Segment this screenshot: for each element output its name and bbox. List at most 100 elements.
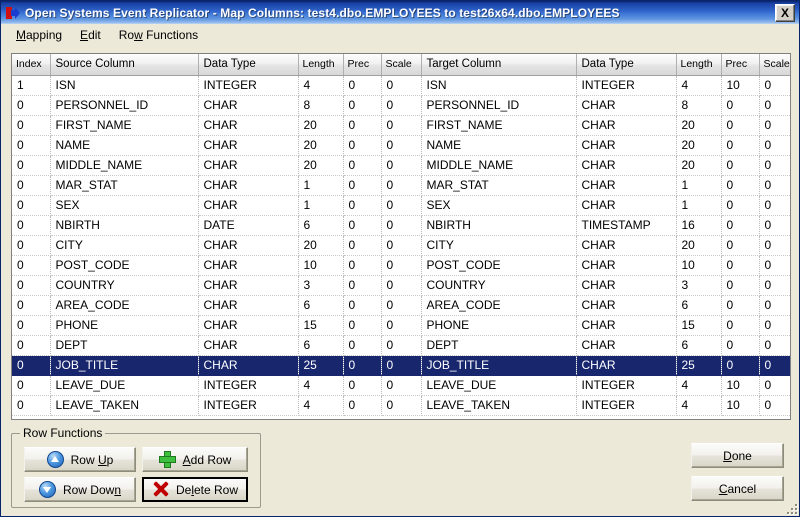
- table-row[interactable]: 0 MAR_STAT CHAR 1 0 0 MAR_STAT CHAR 1 0 0: [12, 175, 790, 196]
- cell-source-length[interactable]: 4: [298, 395, 344, 416]
- cell-target-column[interactable]: PERSONNEL_ID: [421, 95, 577, 116]
- cell-target-column[interactable]: SEX: [421, 195, 577, 216]
- cell-source-prec[interactable]: 0: [343, 355, 382, 376]
- cell-source-scale[interactable]: 0: [381, 295, 422, 316]
- cell-source-scale[interactable]: 0: [381, 195, 422, 216]
- cell-source-data-type[interactable]: CHAR: [198, 95, 299, 116]
- cell-source-column[interactable]: LEAVE_DUE: [50, 375, 199, 396]
- cell-target-prec[interactable]: 0: [721, 235, 760, 256]
- cell-index[interactable]: 0: [12, 195, 51, 216]
- cell-target-length[interactable]: 20: [676, 135, 722, 156]
- cell-index[interactable]: 0: [12, 315, 51, 336]
- cell-target-scale[interactable]: 0: [759, 215, 790, 236]
- cell-index[interactable]: 0: [12, 115, 51, 136]
- cell-source-prec[interactable]: 0: [343, 295, 382, 316]
- cell-target-length[interactable]: 20: [676, 235, 722, 256]
- cell-index[interactable]: 0: [12, 135, 51, 156]
- cell-source-column[interactable]: JOB_TITLE: [50, 355, 199, 376]
- cell-source-length[interactable]: 4: [298, 375, 344, 396]
- cell-source-prec[interactable]: 0: [343, 155, 382, 176]
- cell-target-prec[interactable]: 0: [721, 295, 760, 316]
- cell-target-column[interactable]: COUNTRY: [421, 275, 577, 296]
- cell-source-scale[interactable]: 0: [381, 275, 422, 296]
- table-row[interactable]: 0 NBIRTH DATE 6 0 0 NBIRTH TIMESTAMP 16 0 0: [12, 215, 790, 236]
- cell-target-column[interactable]: PHONE: [421, 315, 577, 336]
- cell-target-length[interactable]: 1: [676, 195, 722, 216]
- table-row[interactable]: 0 MIDDLE_NAME CHAR 20 0 0 MIDDLE_NAME CHAR 20 0 0: [12, 155, 790, 176]
- cell-target-data-type[interactable]: CHAR: [576, 115, 677, 136]
- col-header-source-length[interactable]: Length: [298, 54, 344, 76]
- row-up-button[interactable]: Row Up: [24, 447, 136, 472]
- table-row[interactable]: 0 PERSONNEL_ID CHAR 8 0 0 PERSONNEL_ID CHAR 8 0 0: [12, 95, 790, 116]
- cell-source-column[interactable]: COUNTRY: [50, 275, 199, 296]
- cell-target-length[interactable]: 4: [676, 75, 722, 96]
- cell-index[interactable]: 0: [12, 395, 51, 416]
- cell-target-length[interactable]: 4: [676, 375, 722, 396]
- cell-source-prec[interactable]: 0: [343, 195, 382, 216]
- cell-source-prec[interactable]: 0: [343, 375, 382, 396]
- cell-source-data-type[interactable]: CHAR: [198, 195, 299, 216]
- cell-target-prec[interactable]: 0: [721, 115, 760, 136]
- cell-source-scale[interactable]: 0: [381, 375, 422, 396]
- cell-target-scale[interactable]: 0: [759, 155, 790, 176]
- cell-source-data-type[interactable]: CHAR: [198, 175, 299, 196]
- cell-target-prec[interactable]: 0: [721, 355, 760, 376]
- cancel-button[interactable]: Cancel: [691, 476, 784, 501]
- cell-source-column[interactable]: ISN: [50, 75, 199, 96]
- cell-target-data-type[interactable]: CHAR: [576, 135, 677, 156]
- cell-source-length[interactable]: 3: [298, 275, 344, 296]
- cell-source-length[interactable]: 1: [298, 175, 344, 196]
- cell-source-scale[interactable]: 0: [381, 355, 422, 376]
- cell-target-column[interactable]: MAR_STAT: [421, 175, 577, 196]
- menu-item-edit[interactable]: Edit: [71, 26, 110, 44]
- col-header-target-length[interactable]: Length: [676, 54, 722, 76]
- cell-target-length[interactable]: 16: [676, 215, 722, 236]
- table-row[interactable]: 0 AREA_CODE CHAR 6 0 0 AREA_CODE CHAR 6 0 0: [12, 295, 790, 316]
- cell-source-length[interactable]: 20: [298, 155, 344, 176]
- cell-target-prec[interactable]: 0: [721, 215, 760, 236]
- table-row[interactable]: 0 CITY CHAR 20 0 0 CITY CHAR 20 0 0: [12, 235, 790, 256]
- cell-source-length[interactable]: 4: [298, 75, 344, 96]
- cell-source-prec[interactable]: 0: [343, 335, 382, 356]
- cell-index[interactable]: 0: [12, 215, 51, 236]
- cell-source-length[interactable]: 20: [298, 115, 344, 136]
- table-row[interactable]: 0 NAME CHAR 20 0 0 NAME CHAR 20 0 0: [12, 135, 790, 156]
- cell-target-data-type[interactable]: CHAR: [576, 155, 677, 176]
- cell-target-prec[interactable]: 0: [721, 335, 760, 356]
- cell-target-column[interactable]: LEAVE_TAKEN: [421, 395, 577, 416]
- col-header-target-column[interactable]: Target Column: [421, 54, 577, 76]
- cell-index[interactable]: 0: [12, 235, 51, 256]
- cell-index[interactable]: 0: [12, 175, 51, 196]
- cell-source-data-type[interactable]: INTEGER: [198, 395, 299, 416]
- cell-target-scale[interactable]: 0: [759, 75, 790, 96]
- cell-target-prec[interactable]: 0: [721, 275, 760, 296]
- cell-source-column[interactable]: NBIRTH: [50, 215, 199, 236]
- cell-index[interactable]: 0: [12, 335, 51, 356]
- table-row[interactable]: 0 LEAVE_DUE INTEGER 4 0 0 LEAVE_DUE INTEGER 4 10 0: [12, 375, 790, 396]
- cell-target-data-type[interactable]: CHAR: [576, 235, 677, 256]
- cell-source-data-type[interactable]: CHAR: [198, 135, 299, 156]
- table-row[interactable]: 0 JOB_TITLE CHAR 25 0 0 JOB_TITLE CHAR 25 0 0: [12, 355, 790, 376]
- cell-target-scale[interactable]: 0: [759, 315, 790, 336]
- col-header-target-prec[interactable]: Prec: [721, 54, 760, 76]
- cell-target-scale[interactable]: 0: [759, 115, 790, 136]
- cell-source-scale[interactable]: 0: [381, 115, 422, 136]
- cell-source-data-type[interactable]: CHAR: [198, 295, 299, 316]
- cell-target-scale[interactable]: 0: [759, 395, 790, 416]
- cell-source-column[interactable]: PERSONNEL_ID: [50, 95, 199, 116]
- cell-index[interactable]: 0: [12, 375, 51, 396]
- cell-source-column[interactable]: POST_CODE: [50, 255, 199, 276]
- cell-target-length[interactable]: 6: [676, 335, 722, 356]
- cell-source-scale[interactable]: 0: [381, 335, 422, 356]
- col-header-target-data-type[interactable]: Data Type: [576, 54, 677, 76]
- cell-source-column[interactable]: DEPT: [50, 335, 199, 356]
- cell-source-column[interactable]: MIDDLE_NAME: [50, 155, 199, 176]
- cell-source-scale[interactable]: 0: [381, 395, 422, 416]
- cell-target-column[interactable]: NAME: [421, 135, 577, 156]
- table-row[interactable]: 0 SEX CHAR 1 0 0 SEX CHAR 1 0 0: [12, 195, 790, 216]
- cell-target-length[interactable]: 20: [676, 115, 722, 136]
- table-row[interactable]: 0 LEAVE_TAKEN INTEGER 4 0 0 LEAVE_TAKEN INTEGER…: [12, 395, 790, 416]
- table-row[interactable]: 0 COUNTRY CHAR 3 0 0 COUNTRY CHAR 3 0 0: [12, 275, 790, 296]
- col-header-source-column[interactable]: Source Column: [50, 54, 199, 76]
- menu-item-mapping[interactable]: Mapping: [7, 26, 71, 44]
